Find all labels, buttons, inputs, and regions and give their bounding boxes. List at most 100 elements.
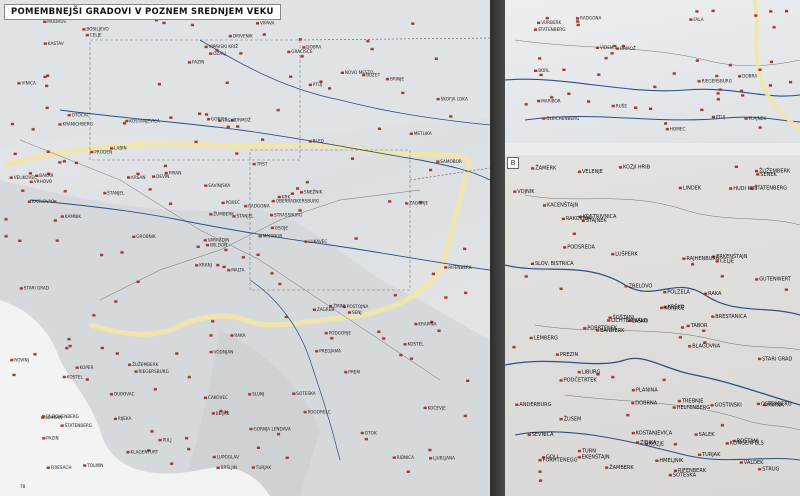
castle-icon bbox=[686, 324, 690, 328]
castle-icon bbox=[209, 350, 213, 354]
place-label: HELFENBERG bbox=[677, 405, 711, 411]
place-label: POREČ bbox=[226, 200, 240, 205]
castle-icon bbox=[663, 121, 668, 125]
place-label: RUŠE bbox=[616, 103, 628, 108]
castle-icon bbox=[344, 370, 348, 374]
castle-icon bbox=[302, 45, 306, 49]
place-label: ORMOŽ bbox=[620, 46, 636, 51]
castle-icon bbox=[534, 69, 538, 73]
main-map: MALTA KRANICHBERG WILDON GLEICHENBERG OBERRA… bbox=[0, 0, 490, 496]
castle-icon bbox=[55, 238, 59, 242]
castle-icon bbox=[758, 467, 762, 471]
place-label: SAMOBOR bbox=[440, 159, 462, 164]
place-label: ROVINJ bbox=[14, 357, 29, 362]
castle-icon bbox=[429, 168, 433, 172]
place-label: GROBNIK bbox=[136, 234, 156, 239]
castle-icon bbox=[58, 122, 62, 126]
castle-icon bbox=[772, 25, 776, 29]
castle-icon bbox=[85, 33, 89, 37]
castle-icon bbox=[702, 329, 706, 333]
castle-icon bbox=[524, 274, 528, 278]
place-label: VARAŽDIN bbox=[208, 238, 230, 243]
castle-icon bbox=[68, 344, 72, 348]
place-label: KOSTRIVNICA bbox=[583, 214, 617, 220]
castle-icon bbox=[46, 150, 50, 154]
place-label: LINDEK bbox=[683, 185, 702, 191]
place-label: GOLI bbox=[546, 455, 558, 461]
castle-icon bbox=[148, 187, 152, 191]
castle-icon bbox=[758, 67, 762, 71]
castle-icon bbox=[561, 217, 565, 221]
castle-icon bbox=[756, 402, 760, 406]
castle-icon bbox=[529, 336, 533, 340]
castle-icon bbox=[464, 291, 468, 295]
castle-icon bbox=[393, 293, 397, 297]
place-label: LUŠPERK bbox=[615, 251, 638, 258]
castle-icon bbox=[631, 388, 636, 392]
castle-icon bbox=[252, 162, 256, 166]
castle-icon bbox=[399, 353, 403, 357]
castle-icon bbox=[583, 326, 587, 330]
castle-icon bbox=[624, 284, 628, 288]
castle-icon bbox=[586, 99, 591, 103]
place-label: METLIKA bbox=[414, 131, 432, 136]
castle-icon bbox=[90, 150, 94, 154]
place-label: STARI GRAD bbox=[24, 286, 49, 291]
castle-icon bbox=[114, 299, 118, 303]
castle-icon bbox=[688, 344, 692, 348]
place-label: KASTAV bbox=[48, 41, 64, 46]
castle-icon bbox=[729, 186, 733, 190]
castle-icon bbox=[784, 287, 788, 291]
place-label: ŽUŽEMBERK bbox=[132, 362, 158, 367]
place-label: RAKA bbox=[708, 291, 722, 297]
castle-icon bbox=[682, 256, 686, 260]
place-label: PIRAN bbox=[169, 171, 182, 176]
castle-icon bbox=[567, 91, 571, 95]
place-label: KRŠAN bbox=[131, 175, 145, 180]
castle-icon bbox=[230, 333, 234, 337]
place-label: ŠKOFJA LOKA bbox=[441, 97, 468, 102]
castle-icon bbox=[409, 132, 413, 136]
inset-marker-b: B bbox=[507, 157, 519, 169]
castle-icon bbox=[195, 263, 199, 267]
place-label: ŽUSEM bbox=[564, 415, 582, 423]
place-label: SNEŽNIK bbox=[304, 190, 323, 195]
place-label: BEIJAK bbox=[216, 411, 230, 416]
place-label: KOPER bbox=[80, 365, 94, 370]
castle-icon bbox=[19, 286, 23, 290]
castle-icon bbox=[634, 105, 638, 109]
inset-gap bbox=[505, 143, 800, 155]
place-label: STRASSBURG bbox=[274, 212, 302, 217]
castle-icon bbox=[611, 104, 615, 108]
place-label: SLOV. BISTRICA bbox=[535, 261, 574, 267]
castle-icon bbox=[83, 463, 87, 467]
castle-icon bbox=[720, 423, 724, 427]
castle-icon bbox=[680, 325, 685, 329]
castle-icon bbox=[33, 352, 37, 356]
castle-icon bbox=[82, 27, 86, 31]
place-label: KOSTEL bbox=[408, 342, 425, 347]
place-label: ŽUŽEMBERK bbox=[759, 166, 791, 174]
castle-icon bbox=[720, 274, 724, 278]
castle-icon bbox=[10, 122, 15, 126]
castle-icon bbox=[768, 83, 773, 87]
castle-icon bbox=[187, 375, 191, 379]
castle-icon bbox=[256, 446, 261, 450]
place-label: TOLMIN bbox=[86, 463, 103, 468]
place-label: DEVIN bbox=[156, 174, 169, 179]
castle-icon bbox=[305, 180, 309, 184]
place-label: HOMEC bbox=[670, 127, 686, 132]
castle-icon bbox=[92, 313, 96, 317]
place-label: TURN bbox=[581, 448, 596, 454]
castle-icon bbox=[611, 252, 615, 256]
place-label: BORL bbox=[538, 68, 550, 73]
castle-icon bbox=[660, 306, 664, 310]
castle-icon bbox=[45, 106, 49, 110]
castle-icon bbox=[739, 89, 744, 93]
castle-icon bbox=[9, 175, 13, 179]
castle-icon bbox=[555, 352, 559, 356]
castle-icon bbox=[563, 245, 567, 249]
castle-icon bbox=[385, 77, 390, 81]
castle-icon bbox=[62, 159, 66, 163]
castle-icon bbox=[296, 186, 300, 190]
